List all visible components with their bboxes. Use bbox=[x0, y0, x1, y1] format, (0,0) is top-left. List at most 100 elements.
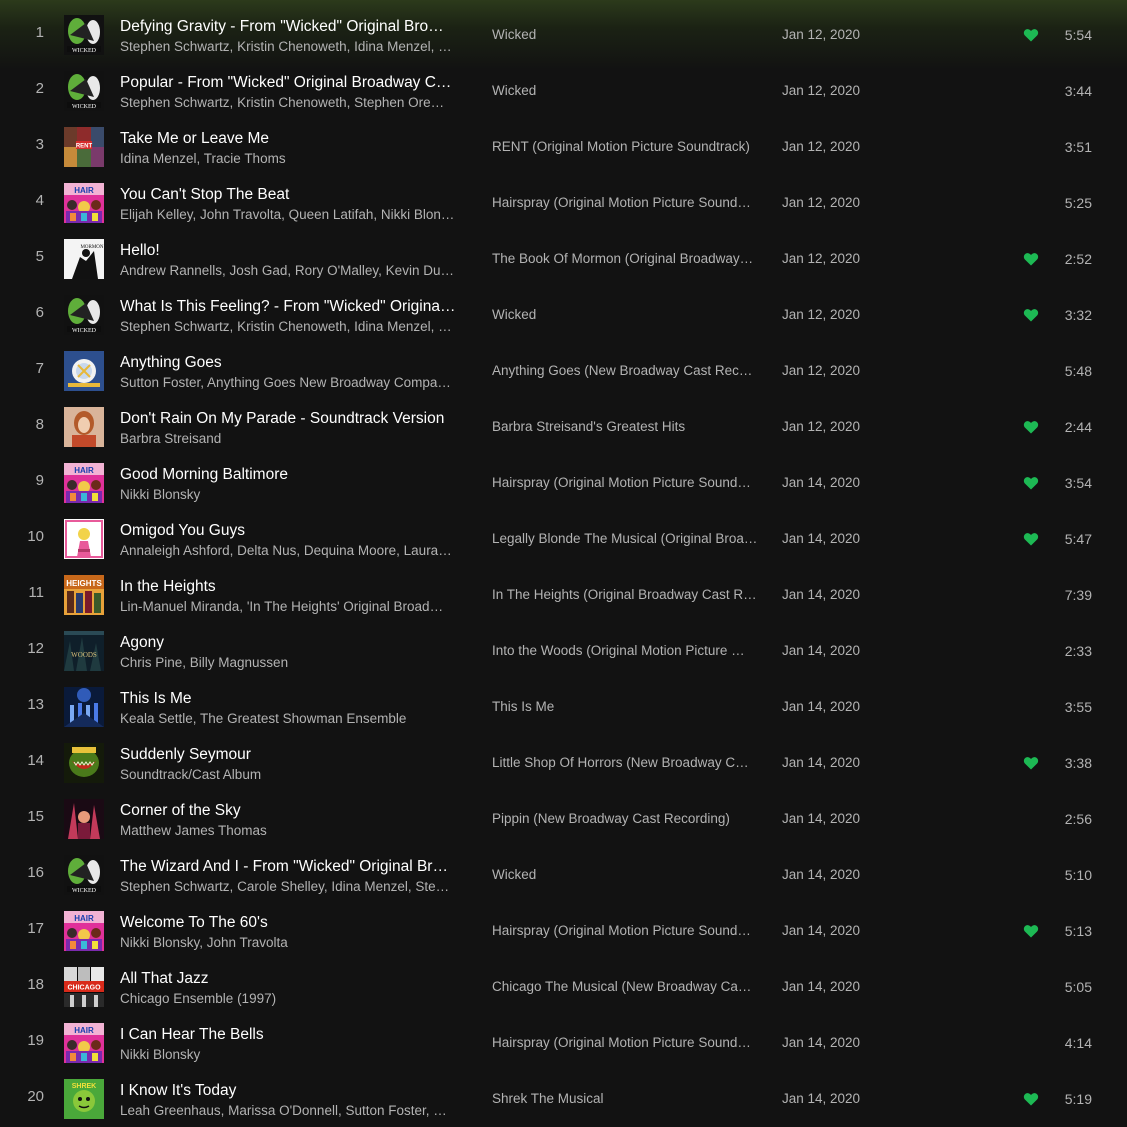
track-title[interactable]: All That Jazz bbox=[120, 970, 470, 988]
track-album[interactable]: The Book Of Mormon (Original Broadway… bbox=[492, 251, 768, 266]
track-title[interactable]: Omigod You Guys bbox=[120, 522, 470, 540]
track-artists[interactable]: Elijah Kelley, John Travolta, Queen Lati… bbox=[120, 207, 470, 222]
liked-heart-icon[interactable] bbox=[1023, 532, 1039, 546]
track-album[interactable]: Hairspray (Original Motion Picture Sound… bbox=[492, 195, 768, 210]
liked-heart-icon[interactable] bbox=[1023, 1092, 1039, 1106]
track-row[interactable]: 10 Omigod You Guys Annaleigh Ashford, Delt… bbox=[0, 511, 1127, 567]
track-album[interactable]: RENT (Original Motion Picture Soundtrack… bbox=[492, 139, 768, 154]
track-title[interactable]: In the Heights bbox=[120, 578, 470, 596]
track-artists[interactable]: Soundtrack/Cast Album bbox=[120, 767, 470, 782]
track-artists[interactable]: Chicago Ensemble (1997) bbox=[120, 991, 470, 1006]
album-cover[interactable] bbox=[64, 743, 104, 783]
track-title[interactable]: You Can't Stop The Beat bbox=[120, 186, 470, 204]
track-row[interactable]: 2 WICKED Popular - From "Wicked" Original … bbox=[0, 63, 1127, 119]
track-row[interactable]: 20 SHREK I Know It's Today Leah Greenhaus, … bbox=[0, 1071, 1127, 1127]
track-title[interactable]: I Can Hear The Bells bbox=[120, 1026, 470, 1044]
track-artists[interactable]: Andrew Rannells, Josh Gad, Rory O'Malley… bbox=[120, 263, 470, 278]
album-cover[interactable]: HAIR bbox=[64, 1023, 104, 1063]
album-cover[interactable]: WOODS bbox=[64, 631, 104, 671]
track-artists[interactable]: Lin-Manuel Miranda, 'In The Heights' Ori… bbox=[120, 599, 470, 614]
liked-heart-icon[interactable] bbox=[1023, 476, 1039, 490]
track-artists[interactable]: Barbra Streisand bbox=[120, 431, 470, 446]
track-artists[interactable]: Nikki Blonsky bbox=[120, 487, 470, 502]
track-title[interactable]: Good Morning Baltimore bbox=[120, 466, 470, 484]
track-title[interactable]: Take Me or Leave Me bbox=[120, 130, 470, 148]
track-artists[interactable]: Matthew James Thomas bbox=[120, 823, 470, 838]
track-row[interactable]: 18 CHICAGO All That Jazz Chicago Ensemble (… bbox=[0, 959, 1127, 1015]
track-row[interactable]: 16 WICKED The Wizard And I - From "Wicked"… bbox=[0, 847, 1127, 903]
track-artists[interactable]: Idina Menzel, Tracie Thoms bbox=[120, 151, 470, 166]
track-title[interactable]: Welcome To The 60's bbox=[120, 914, 470, 932]
track-title[interactable]: Corner of the Sky bbox=[120, 802, 470, 820]
track-row[interactable]: 15 Corner of the Sky Matthew James Thomas P… bbox=[0, 791, 1127, 847]
track-album[interactable]: Wicked bbox=[492, 307, 768, 322]
track-artists[interactable]: Stephen Schwartz, Kristin Chenoweth, Ste… bbox=[120, 95, 470, 110]
track-artists[interactable]: Keala Settle, The Greatest Showman Ensem… bbox=[120, 711, 470, 726]
album-cover[interactable]: RENT bbox=[64, 127, 104, 167]
liked-heart-icon[interactable] bbox=[1023, 420, 1039, 434]
album-cover[interactable]: WICKED bbox=[64, 71, 104, 111]
album-cover[interactable] bbox=[64, 799, 104, 839]
album-cover[interactable]: CHICAGO bbox=[64, 967, 104, 1007]
track-artists[interactable]: Sutton Foster, Anything Goes New Broadwa… bbox=[120, 375, 470, 390]
liked-heart-icon[interactable] bbox=[1023, 252, 1039, 266]
album-cover[interactable] bbox=[64, 351, 104, 391]
album-cover[interactable]: SHREK bbox=[64, 1079, 104, 1119]
track-artists[interactable]: Leah Greenhaus, Marissa O'Donnell, Sutto… bbox=[120, 1103, 470, 1118]
track-album[interactable]: Barbra Streisand's Greatest Hits bbox=[492, 419, 768, 434]
track-row[interactable]: 4 HAIR You Can't Stop The Beat Elijah Kelle… bbox=[0, 175, 1127, 231]
track-row[interactable]: 14 Suddenly Seymour Soundtrack/Cast Album L… bbox=[0, 735, 1127, 791]
track-title[interactable]: I Know It's Today bbox=[120, 1082, 470, 1100]
track-row[interactable]: 9 HAIR Good Morning Baltimore Nikki Blonsky… bbox=[0, 455, 1127, 511]
track-artists[interactable]: Stephen Schwartz, Kristin Chenoweth, Idi… bbox=[120, 39, 470, 54]
track-album[interactable]: Legally Blonde The Musical (Original Bro… bbox=[492, 531, 768, 546]
track-row[interactable]: 12 WOODS Agony Chris Pine, Billy Magnussen I… bbox=[0, 623, 1127, 679]
album-cover[interactable] bbox=[64, 407, 104, 447]
track-album[interactable]: Pippin (New Broadway Cast Recording) bbox=[492, 811, 768, 826]
album-cover[interactable]: HAIR bbox=[64, 463, 104, 503]
track-album[interactable]: Wicked bbox=[492, 27, 768, 42]
track-row[interactable]: 17 HAIR Welcome To The 60's Nikki Blonsky, … bbox=[0, 903, 1127, 959]
album-cover[interactable]: HEIGHTS bbox=[64, 575, 104, 615]
album-cover[interactable]: WICKED bbox=[64, 15, 104, 55]
track-row[interactable]: 6 WICKED What Is This Feeling? - From "Wic… bbox=[0, 287, 1127, 343]
track-title[interactable]: The Wizard And I - From "Wicked" Origina… bbox=[120, 858, 470, 876]
track-row[interactable]: 7 Anything Goes Sutton Foster, Anything Go… bbox=[0, 343, 1127, 399]
track-artists[interactable]: Stephen Schwartz, Carole Shelley, Idina … bbox=[120, 879, 470, 894]
track-row[interactable]: 13 This Is Me Keala Settle, The Greatest S… bbox=[0, 679, 1127, 735]
track-title[interactable]: Hello! bbox=[120, 242, 470, 260]
track-title[interactable]: Suddenly Seymour bbox=[120, 746, 470, 764]
track-album[interactable]: Anything Goes (New Broadway Cast Rec… bbox=[492, 363, 768, 378]
track-album[interactable]: Little Shop Of Horrors (New Broadway C… bbox=[492, 755, 768, 770]
album-cover[interactable]: WICKED bbox=[64, 855, 104, 895]
track-title[interactable]: What Is This Feeling? - From "Wicked" Or… bbox=[120, 298, 470, 316]
track-album[interactable]: Hairspray (Original Motion Picture Sound… bbox=[492, 923, 768, 938]
track-album[interactable]: Chicago The Musical (New Broadway Ca… bbox=[492, 979, 768, 994]
track-album[interactable]: This Is Me bbox=[492, 699, 768, 714]
track-artists[interactable]: Nikki Blonsky, John Travolta bbox=[120, 935, 470, 950]
track-title[interactable]: Defying Gravity - From "Wicked" Original… bbox=[120, 18, 470, 36]
track-title[interactable]: Don't Rain On My Parade - Soundtrack Ver… bbox=[120, 410, 470, 428]
track-row[interactable]: 1 WICKED Defying Gravity - From "Wicked" O… bbox=[0, 7, 1127, 63]
track-album[interactable]: Hairspray (Original Motion Picture Sound… bbox=[492, 475, 768, 490]
album-cover[interactable] bbox=[64, 519, 104, 559]
album-cover[interactable] bbox=[64, 687, 104, 727]
album-cover[interactable]: HAIR bbox=[64, 911, 104, 951]
track-album[interactable]: Hairspray (Original Motion Picture Sound… bbox=[492, 1035, 768, 1050]
track-artists[interactable]: Stephen Schwartz, Kristin Chenoweth, Idi… bbox=[120, 319, 470, 334]
track-album[interactable]: Wicked bbox=[492, 83, 768, 98]
track-album[interactable]: Wicked bbox=[492, 867, 768, 882]
track-row[interactable]: 5 MORMON Hello! Andrew Rannells, Josh Gad, … bbox=[0, 231, 1127, 287]
track-row[interactable]: 11 HEIGHTS In the Heights Lin-Manuel Mirand… bbox=[0, 567, 1127, 623]
track-title[interactable]: Popular - From "Wicked" Original Broadwa… bbox=[120, 74, 470, 92]
track-album[interactable]: Shrek The Musical bbox=[492, 1091, 768, 1106]
track-title[interactable]: Agony bbox=[120, 634, 470, 652]
liked-heart-icon[interactable] bbox=[1023, 924, 1039, 938]
track-album[interactable]: In The Heights (Original Broadway Cast R… bbox=[492, 587, 768, 602]
liked-heart-icon[interactable] bbox=[1023, 308, 1039, 322]
album-cover[interactable]: HAIR bbox=[64, 183, 104, 223]
track-row[interactable]: 3 RENT Take Me or Leave Me Idina Menzel, Tr… bbox=[0, 119, 1127, 175]
album-cover[interactable]: MORMON bbox=[64, 239, 104, 279]
liked-heart-icon[interactable] bbox=[1023, 28, 1039, 42]
track-row[interactable]: 8 Don't Rain On My Parade - Soundtrack Ve… bbox=[0, 399, 1127, 455]
